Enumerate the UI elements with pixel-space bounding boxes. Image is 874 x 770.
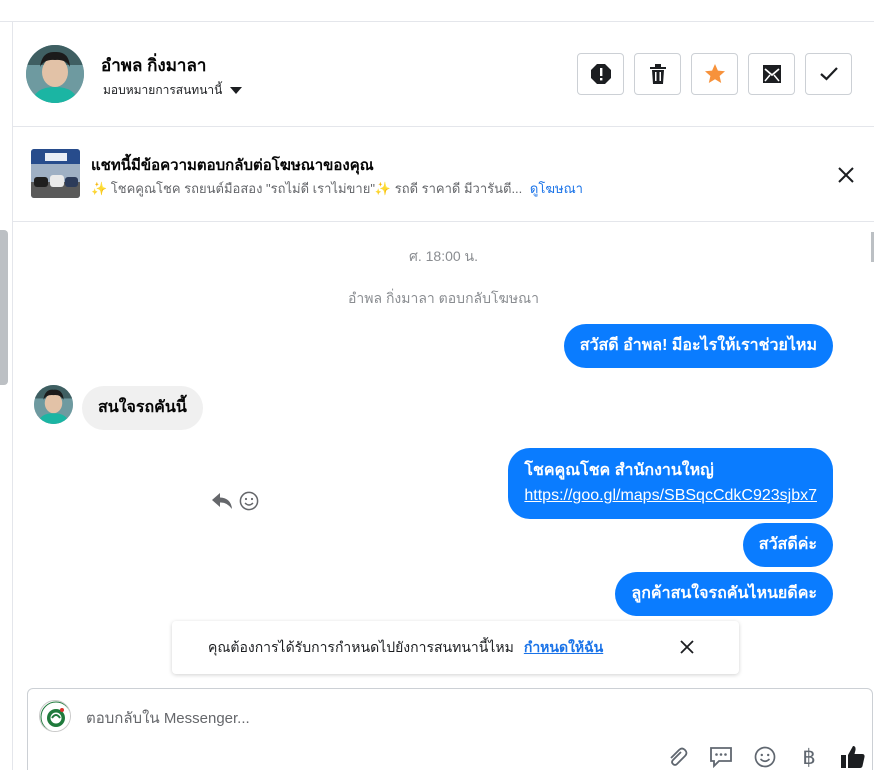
close-banner-button[interactable]: [836, 165, 856, 185]
mark-done-button[interactable]: [805, 53, 852, 95]
contact-name: อำพล กิ่งมาลา: [101, 56, 207, 75]
close-prompt-button[interactable]: [677, 637, 697, 657]
reply-icon[interactable]: [211, 492, 233, 510]
map-link[interactable]: https://goo.gl/maps/SBSqcCdkC923sjbx7: [524, 483, 817, 508]
message-actions: [211, 491, 259, 511]
scrollbar[interactable]: [0, 230, 8, 385]
ad-thumbnail[interactable]: [31, 149, 80, 198]
message-bubble-outgoing[interactable]: โชคคูณโชค สำนักงานใหญ่ https://goo.gl/ma…: [508, 448, 833, 519]
reply-input[interactable]: [86, 708, 646, 728]
spam-icon: [590, 64, 611, 84]
mark-unread-icon: [762, 65, 781, 83]
message-bubble-outgoing[interactable]: สวัสดี อำพล! มีอะไรให้เราช่วยไหม: [563, 324, 833, 368]
mark-spam-button[interactable]: [577, 53, 624, 95]
close-icon: [680, 640, 694, 654]
emoji-button[interactable]: [752, 744, 778, 770]
message-bubble-incoming[interactable]: สนใจรถคันนี้: [82, 386, 203, 430]
message-timestamp: ศ. 18:00 น.: [408, 248, 479, 264]
close-icon: [838, 167, 854, 183]
attach-icon: [670, 747, 688, 766]
ad-reply-banner: แชทนี้มีข้อความตอบกลับต่อโฆษณาของคุณ ✨ โ…: [13, 127, 874, 222]
messenger-inbox: อำพล กิ่งมาลา มอบหมายการสนทนานี้ แชทนี้ม…: [0, 0, 874, 770]
page-logo: [39, 700, 71, 732]
avatar[interactable]: [26, 45, 84, 103]
trash-icon: [649, 64, 666, 84]
message-thread: ศ. 18:00 น. อำพล กิ่งมาลา ตอบกลับโฆษณา ส…: [13, 222, 874, 688]
like-button[interactable]: [840, 744, 866, 770]
mark-unread-button[interactable]: [748, 53, 795, 95]
assign-dropdown[interactable]: มอบหมายการสนทนานี้: [103, 81, 243, 100]
attach-button[interactable]: [664, 744, 690, 770]
like-icon: [841, 746, 865, 768]
emoji-reaction-icon[interactable]: [239, 491, 259, 511]
ad-banner-title: แชทนี้มีข้อความตอบกลับต่อโฆษณาของคุณ: [91, 157, 374, 174]
avatar[interactable]: [34, 385, 73, 424]
assign-label: มอบหมายการสนทนานี้: [103, 83, 223, 97]
star-icon: [704, 64, 725, 83]
delete-button[interactable]: [634, 53, 681, 95]
check-icon: [819, 67, 838, 81]
assign-prompt: คุณต้องการได้รับการกำหนดไปยังการสนทนานี้…: [172, 621, 739, 674]
message-text: โชคคูณโชค สำนักงานใหญ่: [524, 462, 714, 479]
saved-reply-icon: [710, 747, 732, 768]
assign-to-me-link[interactable]: กำหนดให้ฉัน: [524, 637, 603, 659]
ad-description: ✨ โชคคูณโชค รถยนต์มือสอง "รถไม่ดี เราไม่…: [91, 181, 523, 196]
reply-composer: ฿: [27, 688, 873, 770]
composer-tools: ฿: [664, 744, 866, 770]
top-strip: [0, 0, 874, 22]
message-bubble-outgoing[interactable]: ลูกค้าสนใจรถคันไหนยดีคะ: [615, 572, 833, 616]
chevron-down-icon: [230, 87, 243, 94]
payment-icon: ฿: [802, 745, 816, 769]
payment-button[interactable]: ฿: [796, 744, 822, 770]
saved-reply-button[interactable]: [708, 744, 734, 770]
message-bubble-outgoing[interactable]: สวัสดีค่ะ: [742, 523, 833, 567]
star-button[interactable]: [691, 53, 738, 95]
system-note: อำพล กิ่งมาลา ตอบกลับโฆษณา: [347, 290, 540, 306]
emoji-icon: [754, 746, 776, 768]
assign-prompt-text: คุณต้องการได้รับการกำหนดไปยังการสนทนานี้…: [208, 638, 514, 655]
ad-banner-subtitle: ✨ โชคคูณโชค รถยนต์มือสอง "รถไม่ดี เราไม่…: [91, 178, 583, 199]
view-ad-link[interactable]: ดูโฆษณา: [530, 181, 583, 196]
conversation-header: อำพล กิ่งมาลา มอบหมายการสนทนานี้: [13, 22, 874, 127]
header-actions: [577, 53, 852, 95]
